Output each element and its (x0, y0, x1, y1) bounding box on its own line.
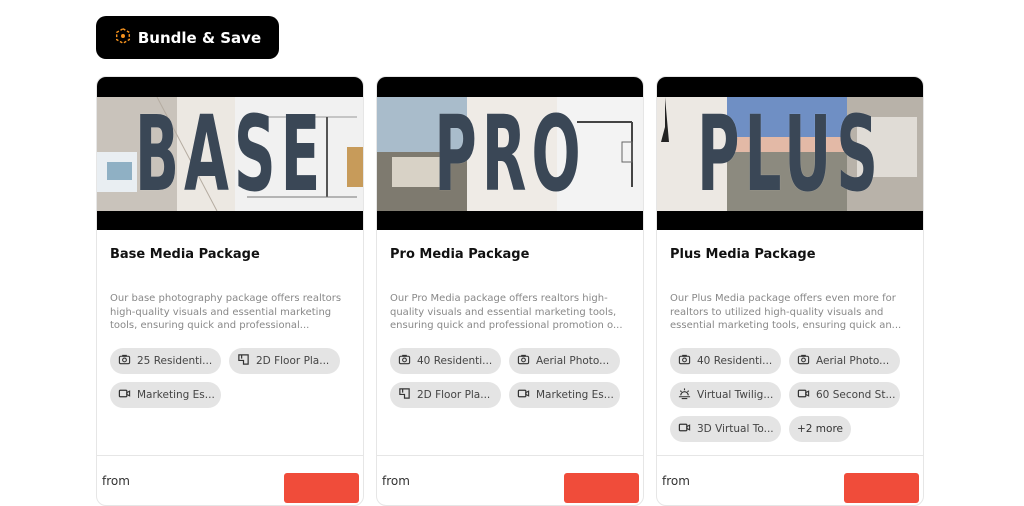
package-hero-image: PRO (377, 77, 643, 230)
feature-chips: 40 Residenti... Aerial Photo... Virtual … (670, 348, 915, 442)
price-from-label: from (102, 474, 130, 488)
feature-chip-label: Aerial Photo... (816, 355, 890, 367)
camera-icon (797, 353, 810, 369)
package-title: Base Media Package (110, 247, 260, 262)
bundle-and-save-button[interactable]: Bundle & Save (96, 16, 279, 59)
feature-chip[interactable]: 40 Residenti... (670, 348, 781, 374)
feature-chips: 25 Residenti... 2D Floor Pla... Marketin… (110, 348, 355, 408)
feature-chip-label: 40 Residenti... (417, 355, 493, 367)
feature-chip-label: 60 Second St... (816, 389, 896, 401)
package-card-plus[interactable]: PLUS Plus Media Package Our Plus Media p… (656, 76, 924, 506)
feature-chip-label: Marketing Es... (536, 389, 614, 401)
card-footer: from (657, 455, 923, 505)
select-package-button[interactable] (844, 473, 919, 503)
feature-chip[interactable]: Virtual Twilig... (670, 382, 781, 408)
floor-plan-icon (398, 387, 411, 403)
hero-word: BASE (134, 93, 326, 215)
feature-chip[interactable]: Aerial Photo... (509, 348, 620, 374)
camera-icon (398, 353, 411, 369)
feature-chip-label: 2D Floor Pla... (256, 355, 330, 367)
video-icon (797, 387, 810, 403)
hero-word: PLUS (697, 93, 883, 215)
package-cards: BASE Base Media Package Our base photogr… (96, 76, 924, 506)
package-description: Our base photography package offers real… (110, 293, 342, 331)
package-title: Pro Media Package (390, 247, 530, 262)
feature-chip[interactable]: 2D Floor Pla... (390, 382, 501, 408)
more-features-chip[interactable]: +2 more (789, 416, 851, 442)
price-from-label: from (382, 474, 410, 488)
package-description: Our Plus Media package offers even more … (670, 293, 902, 331)
select-package-button[interactable] (564, 473, 639, 503)
select-package-button[interactable] (284, 473, 359, 503)
hero-word: PRO (434, 93, 586, 215)
package-card-pro[interactable]: PRO Pro Media Package Our Pro Media pack… (376, 76, 644, 506)
card-footer: from (97, 455, 363, 505)
camera-icon (678, 353, 691, 369)
feature-chip-label: Marketing Es... (137, 389, 215, 401)
package-hero-image: PLUS (657, 77, 923, 230)
floor-plan-icon (237, 353, 250, 369)
feature-chip[interactable]: 25 Residenti... (110, 348, 221, 374)
feature-chip-label: 25 Residenti... (137, 355, 213, 367)
camera-icon (517, 353, 530, 369)
feature-chip[interactable]: Aerial Photo... (789, 348, 900, 374)
card-footer: from (377, 455, 643, 505)
feature-chip[interactable]: Marketing Es... (509, 382, 620, 408)
price-from-label: from (662, 474, 690, 488)
feature-chip[interactable]: 60 Second St... (789, 382, 900, 408)
package-title: Plus Media Package (670, 247, 816, 262)
video-icon (678, 421, 691, 437)
bundle-hex-icon (114, 27, 132, 49)
feature-chip-label: Virtual Twilig... (697, 389, 774, 401)
feature-chips: 40 Residenti... Aerial Photo... 2D Floor… (390, 348, 635, 408)
twilight-icon (678, 387, 691, 403)
feature-chip-label: 2D Floor Pla... (417, 389, 491, 401)
feature-chip-label: Aerial Photo... (536, 355, 610, 367)
feature-chip[interactable]: 3D Virtual To... (670, 416, 781, 442)
package-hero-image: BASE (97, 77, 363, 230)
feature-chip[interactable]: 2D Floor Pla... (229, 348, 340, 374)
feature-chip-label: 40 Residenti... (697, 355, 773, 367)
package-description: Our Pro Media package offers realtors hi… (390, 293, 623, 331)
feature-chip[interactable]: Marketing Es... (110, 382, 221, 408)
feature-chip-label: 3D Virtual To... (697, 423, 774, 435)
camera-icon (118, 353, 131, 369)
feature-chip[interactable]: 40 Residenti... (390, 348, 501, 374)
package-card-base[interactable]: BASE Base Media Package Our base photogr… (96, 76, 364, 506)
video-icon (118, 387, 131, 403)
more-features-label: +2 more (796, 423, 843, 435)
bundle-button-label: Bundle & Save (137, 28, 262, 47)
video-icon (517, 387, 530, 403)
